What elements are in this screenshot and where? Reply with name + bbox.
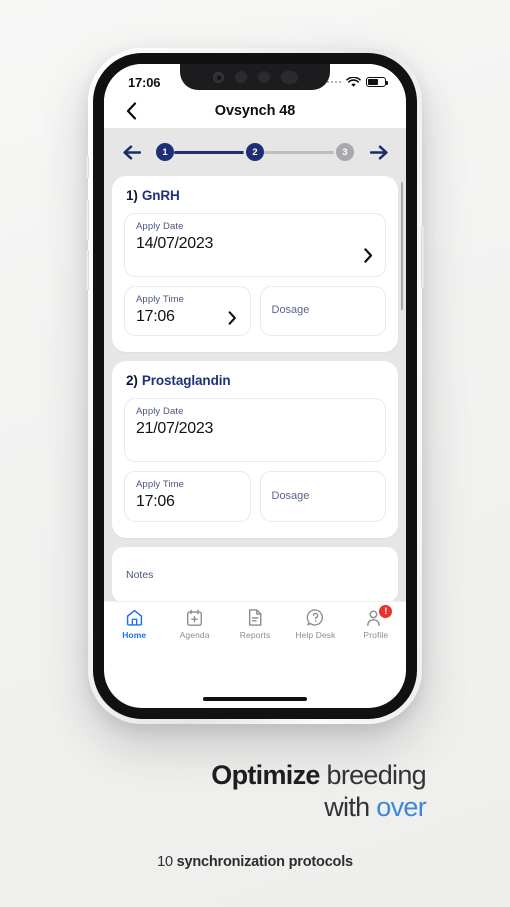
apply-time-label-2: Apply Time [136,479,184,491]
apply-date-value-1: 14/07/2023 [136,235,214,252]
tab-reports[interactable]: Reports [225,608,285,640]
card-name-2: Prostaglandin [141,373,231,389]
apply-date-field-1[interactable]: Apply Date 14/07/2023 [124,213,386,277]
protocol-step-card-2: 2) Prostaglandin Apply Date 21/07/2023 Ap… [112,361,398,538]
tab-reports-label: Reports [239,630,271,640]
protocol-form-scroll-area[interactable]: 1) GnRH Apply Date 14/07/2023 Apply Time … [104,176,406,601]
question-bubble-icon [306,608,325,627]
tab-home-label: Home [122,630,147,640]
card-name-1: GnRH [141,188,180,203]
step-track: 1 2 3 [152,143,358,161]
status-bar-indicators [326,76,388,88]
status-bar-time: 17:06 [128,74,161,90]
subline-prefix: 10 [157,854,177,870]
dosage-placeholder-1: Dosage [271,304,310,317]
tab-agenda[interactable]: Agenda [164,608,224,640]
earpiece-speaker-icon [280,70,298,84]
subline-bold: synchronization protocols [176,854,353,870]
signal-dots-icon [326,80,341,84]
step-node-3[interactable]: 3 [336,143,354,161]
notes-label: Notes [126,568,154,581]
apply-time-value-1: 17:06 [136,308,175,325]
tab-agenda-label: Agenda [179,630,210,640]
back-button[interactable] [118,98,144,124]
battery-icon [366,77,388,87]
dosage-field-1[interactable]: Dosage [259,286,386,337]
apply-date-value-2: 21/07/2023 [136,420,214,438]
chevron-right-icon [364,248,373,263]
profile-alert-badge: ! [379,605,393,618]
chevron-right-icon [228,311,236,326]
tagline-line-2: with over [0,792,426,824]
arrow-left-icon [122,144,141,160]
tagline-line-1: Optimize breeding [0,760,426,792]
phone-notch [180,64,330,90]
arrow-right-icon [369,144,388,160]
chevron-left-icon [126,102,136,120]
power-button[interactable] [421,226,424,288]
tagline-line1-rest: breeding [319,760,427,790]
home-indicator[interactable] [203,697,307,701]
next-step-button[interactable] [366,139,392,165]
wifi-icon [346,76,361,87]
protocol-step-navigator: 1 2 3 [104,128,406,176]
tagline-line2-plain: with [324,791,377,822]
tab-profile-label: Profile [363,630,389,640]
volume-up-button[interactable] [86,200,89,240]
sensor-dot-icon [257,71,270,83]
marketing-subline: 10 synchronization protocols [0,854,510,870]
tab-home[interactable]: Home [104,608,164,640]
tagline-line2-accent: over [376,791,426,822]
phone-mockup: 17:06 Ovsynch 48 1 2 3 1) GnRH Apply Dat… [86,48,424,724]
apply-date-field-2[interactable]: Apply Date 21/07/2023 [124,398,386,463]
page-title: Ovsynch 48 [214,103,296,119]
apply-time-field-2[interactable]: Apply Time 17:06 [124,471,251,522]
vertical-scrollbar[interactable] [400,182,403,310]
tab-help-desk-label: Help Desk [295,630,336,640]
silent-switch[interactable] [86,156,89,178]
tab-help-desk[interactable]: Help Desk [285,608,345,640]
notes-card[interactable]: Notes [112,546,398,601]
front-camera-icon [212,71,224,83]
app-navigation-bar: Ovsynch 48 [104,94,406,128]
protocol-step-card-1: 1) GnRH Apply Date 14/07/2023 Apply Time … [112,176,398,353]
step-node-2[interactable]: 2 [246,143,264,161]
bottom-tab-bar: Home Agenda Reports Help Desk ! Profile [104,601,406,653]
time-dosage-row-1: Apply Time 17:06 Dosage [124,286,386,337]
phone-screen: 17:06 Ovsynch 48 1 2 3 1) GnRH Apply Dat… [104,64,406,708]
apply-date-label-1: Apply Date [136,221,184,232]
dosage-placeholder-2: Dosage [271,489,310,502]
apply-time-label-1: Apply Time [136,294,184,305]
previous-step-button[interactable] [118,139,144,165]
apply-time-value-2: 17:06 [136,493,175,511]
step-node-1[interactable]: 1 [156,143,174,161]
card-number-1: 1) [126,188,138,203]
marketing-tagline: Optimize breeding with over [0,760,510,824]
sensor-dot-icon [234,71,247,83]
person-icon: ! [366,605,393,627]
home-icon [125,608,144,627]
time-dosage-row-2: Apply Time 17:06 Dosage [124,471,386,522]
card-title-1: 1) GnRH [124,188,386,203]
dosage-field-2[interactable]: Dosage [259,471,386,522]
card-number-2: 2) [126,373,138,389]
tab-profile[interactable]: ! Profile [346,605,406,640]
tagline-bold-word: Optimize [211,760,320,790]
marketing-subline-wrap: 10 synchronization protocols [0,840,510,870]
document-icon [247,608,263,627]
step-connector-2-3 [264,150,336,154]
card-title-2: 2) Prostaglandin [124,373,386,388]
apply-time-field-1[interactable]: Apply Time 17:06 [124,286,251,337]
volume-down-button[interactable] [86,250,89,290]
calendar-plus-icon [186,608,203,627]
apply-date-label-2: Apply Date [136,406,184,418]
step-connector-1-2 [174,150,246,154]
